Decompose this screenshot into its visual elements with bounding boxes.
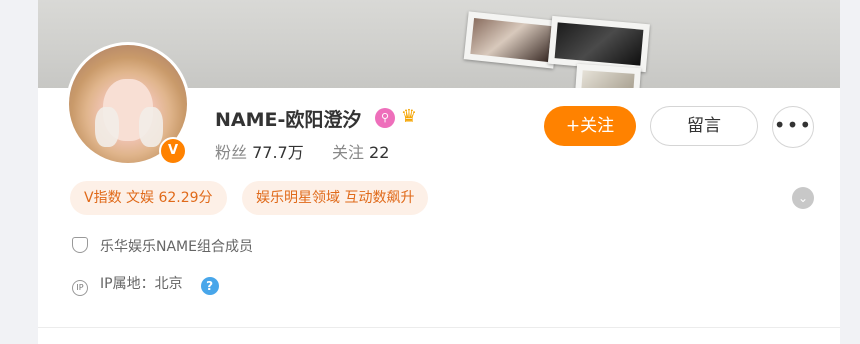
divider bbox=[38, 327, 840, 328]
crown-icon[interactable]: ♛ bbox=[398, 106, 420, 128]
followers-label[interactable]: 粉丝 bbox=[215, 143, 247, 162]
bio-row: 乐华娱乐NAME组合成员 bbox=[72, 236, 253, 256]
follow-button[interactable]: +关注 bbox=[544, 106, 636, 146]
message-button[interactable]: 留言 bbox=[650, 106, 758, 146]
chevron-down-icon[interactable]: ⌄ bbox=[792, 187, 814, 209]
more-icon[interactable]: ••• bbox=[772, 106, 814, 148]
cover-photo bbox=[548, 15, 650, 73]
ip-icon: IP bbox=[72, 280, 88, 296]
profile-stats: 粉丝 77.7万 关注 22 bbox=[215, 139, 389, 163]
bio-text: 乐华娱乐NAME组合成员 bbox=[100, 239, 253, 255]
help-icon[interactable]: ? bbox=[200, 277, 219, 295]
profile-card: V NAME-欧阳澄汐 ⚲ ♛ 粉丝 77.7万 关注 22 +关注 留言 ••… bbox=[38, 0, 840, 344]
followers-count[interactable]: 77.7万 bbox=[252, 143, 304, 162]
following-count[interactable]: 22 bbox=[369, 143, 389, 162]
tag-v-index[interactable]: V指数 文娱 62.29分 bbox=[70, 181, 227, 215]
ip-row: IP IP属地：北京? bbox=[72, 273, 219, 296]
shield-icon bbox=[72, 237, 88, 253]
ip-location-text: IP属地：北京 bbox=[100, 276, 183, 292]
profile-name: NAME-欧阳澄汐 bbox=[215, 109, 362, 131]
tag-domain[interactable]: 娱乐明星领域 互动数飙升 bbox=[242, 181, 429, 215]
cover-photo bbox=[463, 11, 559, 69]
verified-badge-icon: V bbox=[159, 137, 187, 165]
pink-badge-icon[interactable]: ⚲ bbox=[375, 108, 395, 128]
following-label[interactable]: 关注 bbox=[332, 143, 364, 162]
cover-photo bbox=[575, 63, 641, 88]
